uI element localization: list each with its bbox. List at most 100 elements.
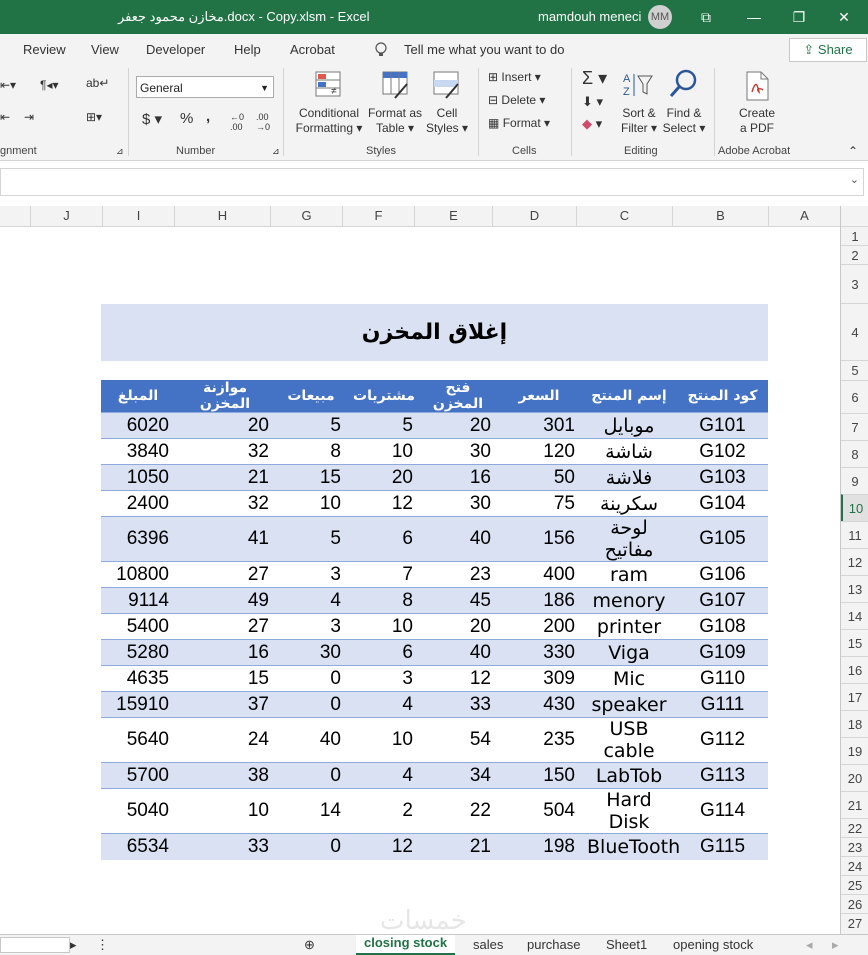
table-cell[interactable]: 10	[347, 438, 419, 465]
row-header[interactable]: 15	[841, 629, 868, 656]
collapse-ribbon-icon[interactable]: ⌃	[848, 144, 858, 158]
tab-help[interactable]: Help	[234, 42, 261, 57]
table-cell[interactable]: 54	[419, 717, 497, 763]
sheet-tab-sales[interactable]: sales	[473, 937, 503, 952]
row-header[interactable]: 1	[841, 226, 868, 245]
table-cell[interactable]: 4635	[101, 665, 175, 692]
row-header[interactable]: 21	[841, 791, 868, 818]
table-cell[interactable]: 16	[419, 464, 497, 491]
sort-filter-button[interactable]: Sort & Filter ▾	[614, 106, 664, 136]
table-cell[interactable]: 5700	[101, 762, 175, 789]
row-header[interactable]: 24	[841, 856, 868, 875]
table-cell[interactable]: 9114	[101, 587, 175, 614]
row-header[interactable]: 12	[841, 548, 868, 575]
table-cell[interactable]: 0	[275, 833, 347, 860]
table-cell[interactable]: 8	[347, 587, 419, 614]
user-name[interactable]: mamdouh meneci	[538, 9, 641, 24]
merge-center-icon[interactable]: ⊞▾	[86, 110, 102, 124]
table-cell[interactable]: 7	[347, 561, 419, 588]
table-cell[interactable]: 3	[275, 561, 347, 588]
fill-icon[interactable]: ⬇ ▾	[582, 94, 603, 110]
column-header[interactable]: G	[270, 206, 342, 226]
sheet-tab-opening-stock[interactable]: opening stock	[673, 937, 753, 952]
column-header-balance[interactable]: موازنة المخزن	[175, 380, 275, 413]
table-cell[interactable]: 14	[275, 788, 347, 834]
table-cell[interactable]: 150	[497, 762, 581, 789]
row-header[interactable]: 16	[841, 656, 868, 683]
column-header[interactable]: E	[414, 206, 492, 226]
table-cell[interactable]: 27	[175, 561, 275, 588]
table-cell[interactable]: ram	[581, 561, 677, 588]
table-cell[interactable]: 400	[497, 561, 581, 588]
currency-button[interactable]: $ ▾	[142, 110, 162, 128]
row-header[interactable]: 23	[841, 837, 868, 856]
table-cell[interactable]: 5	[275, 516, 347, 562]
ribbon-display-options-icon[interactable]: ⧉	[694, 6, 718, 28]
table-cell[interactable]: 5640	[101, 717, 175, 763]
row-header[interactable]: 14	[841, 602, 868, 629]
column-header-purchases[interactable]: مشتريات	[347, 380, 419, 413]
add-sheet-icon[interactable]: ⊕	[304, 937, 315, 953]
decrease-decimal-icon[interactable]: .00 →0	[256, 112, 270, 132]
find-select-button[interactable]: Find & Select ▾	[660, 106, 708, 136]
table-cell[interactable]: G114	[677, 788, 768, 834]
table-cell[interactable]: 3840	[101, 438, 175, 465]
table-cell[interactable]: G103	[677, 464, 768, 491]
table-cell[interactable]: 10	[347, 717, 419, 763]
table-cell[interactable]: 3	[347, 665, 419, 692]
table-cell[interactable]: speaker	[581, 691, 677, 718]
row-header[interactable]: 13	[841, 575, 868, 602]
table-cell[interactable]: 75	[497, 490, 581, 517]
table-cell[interactable]: 5400	[101, 613, 175, 640]
table-cell[interactable]: G105	[677, 516, 768, 562]
table-cell[interactable]: 4	[347, 762, 419, 789]
column-header[interactable]: D	[492, 206, 576, 226]
sheet-title[interactable]: إغلاق المخزن	[101, 304, 768, 361]
table-cell[interactable]: G107	[677, 587, 768, 614]
table-cell[interactable]: 45	[419, 587, 497, 614]
table-cell[interactable]: 10	[175, 788, 275, 834]
table-cell[interactable]: G110	[677, 665, 768, 692]
row-header[interactable]: 3	[841, 264, 868, 303]
table-cell[interactable]: 0	[275, 665, 347, 692]
table-cell[interactable]: 23	[419, 561, 497, 588]
table-cell[interactable]: 12	[347, 490, 419, 517]
table-cell[interactable]: G106	[677, 561, 768, 588]
column-header-price[interactable]: السعر	[497, 380, 581, 413]
table-cell[interactable]: 0	[275, 691, 347, 718]
row-header[interactable]: 27	[841, 913, 868, 932]
minimize-button[interactable]: —	[742, 6, 766, 28]
table-cell[interactable]: 20	[419, 412, 497, 439]
table-cell[interactable]: 15	[275, 464, 347, 491]
table-cell[interactable]: 38	[175, 762, 275, 789]
table-cell[interactable]: 301	[497, 412, 581, 439]
column-header-product-name[interactable]: إسم المنتج	[581, 380, 677, 413]
table-cell[interactable]: 20	[419, 613, 497, 640]
row-header[interactable]: 22	[841, 818, 868, 837]
table-cell[interactable]: 32	[175, 438, 275, 465]
indent-icon[interactable]: ⇤▾	[0, 78, 16, 92]
table-cell[interactable]: 37	[175, 691, 275, 718]
share-button[interactable]: ⇪ Share	[789, 38, 867, 62]
table-cell[interactable]: Mic	[581, 665, 677, 692]
table-cell[interactable]: 10	[275, 490, 347, 517]
table-cell[interactable]: 156	[497, 516, 581, 562]
format-cells-button[interactable]: ▦ Format ▾	[488, 116, 550, 130]
table-cell[interactable]: G115	[677, 833, 768, 860]
column-header-product-code[interactable]: كود المنتج	[677, 380, 768, 413]
table-cell[interactable]: شاشة	[581, 438, 677, 465]
table-cell[interactable]: G104	[677, 490, 768, 517]
row-header-selected[interactable]: 10	[841, 494, 868, 521]
more-options-icon[interactable]: ⋮	[96, 937, 109, 953]
table-cell[interactable]: 49	[175, 587, 275, 614]
delete-cells-button[interactable]: ⊟ Delete ▾	[488, 93, 545, 107]
table-cell[interactable]: 4	[347, 691, 419, 718]
table-cell[interactable]: USB cable	[581, 717, 677, 763]
table-cell[interactable]: LabTob	[581, 762, 677, 789]
row-header[interactable]: 25	[841, 875, 868, 894]
table-cell[interactable]: 40	[419, 639, 497, 666]
tell-me-search[interactable]: Tell me what you want to do	[404, 42, 564, 57]
tab-acrobat[interactable]: Acrobat	[290, 42, 335, 57]
table-cell[interactable]: 10800	[101, 561, 175, 588]
table-cell[interactable]: 34	[419, 762, 497, 789]
